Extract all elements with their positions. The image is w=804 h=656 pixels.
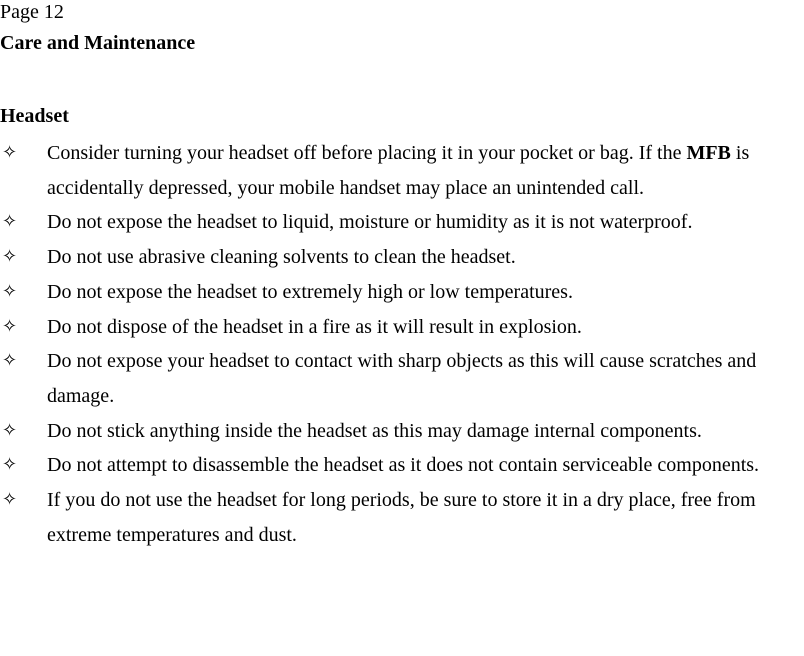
list-item-text: Do not attempt to disassemble the headse…	[47, 454, 760, 477]
white-four-pointed-star-icon: ✧	[2, 419, 18, 441]
list-item-text: Do not expose your headset to contact wi…	[47, 350, 757, 407]
white-four-pointed-star-icon: ✧	[2, 489, 18, 511]
white-four-pointed-star-icon: ✧	[2, 315, 18, 337]
list-item: ✧ Do not use abrasive cleaning solvents …	[0, 240, 804, 275]
white-four-pointed-star-icon: ✧	[2, 454, 18, 476]
list-item: ✧ Do not expose the headset to extremely…	[0, 275, 804, 310]
white-four-pointed-star-icon: ✧	[2, 246, 18, 268]
list-item: ✧ Do not stick anything inside the heads…	[0, 414, 804, 449]
page-number: Page 12	[0, 1, 64, 23]
list-item-text: If you do not use the headset for long p…	[47, 489, 756, 546]
section-title: Care and Maintenance	[0, 32, 196, 54]
list-item: ✧ Consider turning your headset off befo…	[0, 136, 804, 205]
list-item-text: Do not use abrasive cleaning solvents to…	[47, 246, 516, 269]
list-item: ✧ If you do not use the headset for long…	[0, 483, 804, 552]
list-item-text: Do not expose the headset to extremely h…	[47, 280, 573, 303]
list-item: ✧ Do not expose your headset to contact …	[0, 344, 804, 413]
white-four-pointed-star-icon: ✧	[2, 350, 18, 372]
white-four-pointed-star-icon: ✧	[2, 280, 18, 302]
white-four-pointed-star-icon: ✧	[2, 211, 18, 233]
list-item-text: Do not expose the headset to liquid, moi…	[47, 211, 693, 234]
list-item: ✧ Do not expose the headset to liquid, m…	[0, 205, 804, 240]
list-item-text: Do not dispose of the headset in a fire …	[47, 315, 582, 338]
white-four-pointed-star-icon: ✧	[2, 142, 18, 163]
list-item-text: Consider turning your headset off before…	[47, 136, 804, 205]
care-instructions-list: ✧ Consider turning your headset off befo…	[0, 136, 804, 552]
list-item: ✧ Do not attempt to disassemble the head…	[0, 448, 804, 483]
subsection-title: Headset	[0, 105, 69, 127]
list-item: ✧ Do not dispose of the headset in a fir…	[0, 310, 804, 345]
list-item-text-part: Consider turning your headset off before…	[47, 142, 687, 164]
mfb-term: MFB	[686, 142, 731, 164]
list-item-text: Do not stick anything inside the headset…	[47, 419, 702, 442]
